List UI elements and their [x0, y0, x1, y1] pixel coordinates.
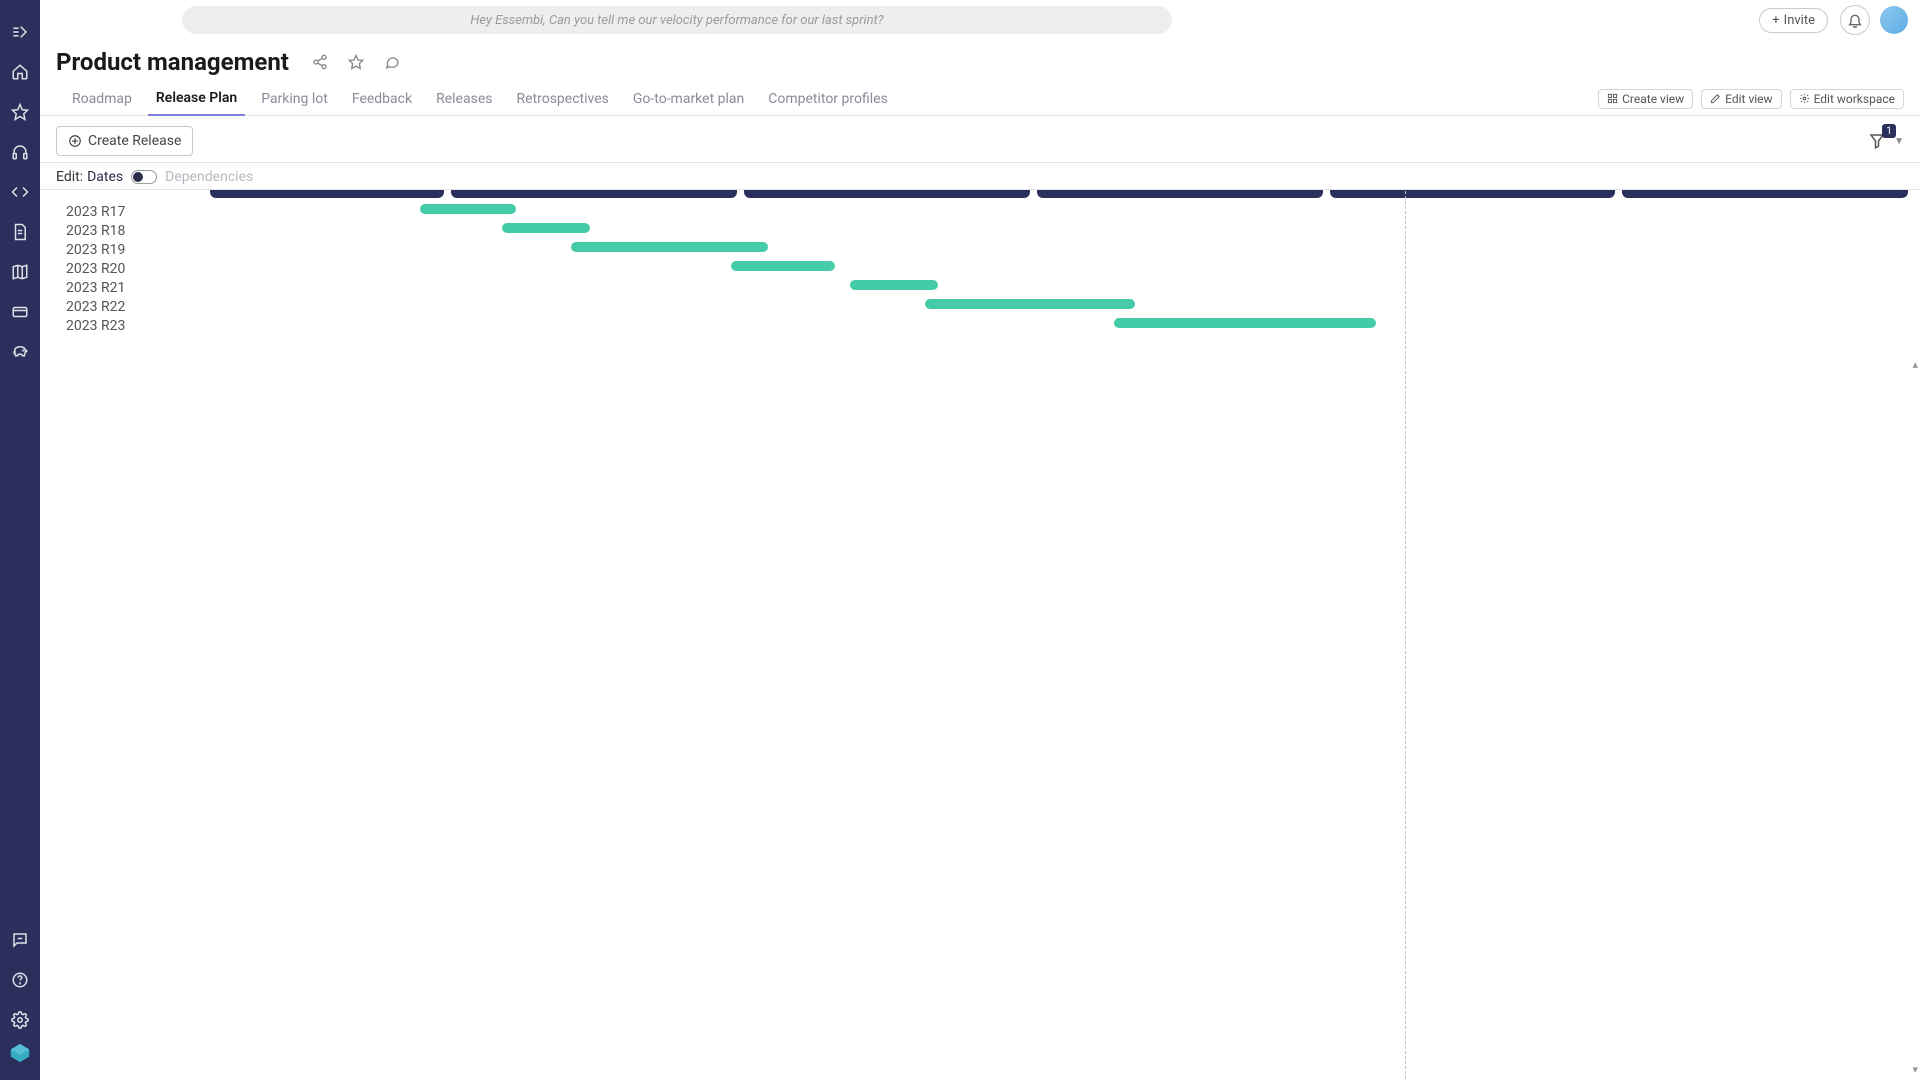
map-icon[interactable]: [6, 258, 34, 286]
month-cell: June, 2023: [744, 190, 1030, 198]
list-item[interactable]: 2023 R23: [66, 318, 250, 337]
tab-retrospectives[interactable]: Retrospectives: [508, 82, 616, 116]
content: 2023 R17 2023 R18 2023 R19 2023 R20 2023…: [40, 190, 1920, 1080]
code-icon[interactable]: [6, 178, 34, 206]
edit-label: Edit:: [56, 169, 83, 185]
month-header: April, 2023 May, 2023 June, 2023 July, 2…: [250, 190, 1908, 198]
sidebar: [0, 0, 40, 1080]
gantt: April, 2023 May, 2023 June, 2023 July, 2…: [250, 190, 1908, 204]
app-logo-icon[interactable]: [6, 1046, 34, 1074]
home-icon[interactable]: [6, 58, 34, 86]
feedback-icon[interactable]: [6, 926, 34, 954]
tab-parking-lot[interactable]: Parking lot: [253, 82, 336, 116]
month-cell: September, 2023: [1622, 190, 1908, 198]
today-line: [1405, 190, 1406, 1080]
tab-gtm-plan[interactable]: Go-to-market plan: [625, 82, 752, 116]
title-row: Product management: [40, 40, 1920, 82]
comment-icon[interactable]: [383, 53, 401, 71]
toggle-left-label: Dates: [87, 169, 123, 185]
search-input[interactable]: Hey Essembi, Can you tell me our velocit…: [182, 6, 1172, 34]
toolbar-row: Create Release 1 ▼: [40, 116, 1920, 163]
card-icon[interactable]: [6, 298, 34, 326]
notifications-button[interactable]: [1840, 5, 1870, 35]
create-view-button[interactable]: Create view: [1598, 89, 1693, 109]
gear-icon: [1799, 93, 1810, 104]
filter-badge: 1: [1882, 124, 1896, 138]
plus-circle-icon: [68, 134, 82, 148]
month-cell: July, 2023: [1037, 190, 1323, 198]
headphones-icon[interactable]: [6, 138, 34, 166]
list-item[interactable]: 2023 R20: [66, 261, 250, 280]
edit-workspace-label: Edit workspace: [1814, 92, 1895, 106]
settings-icon[interactable]: [6, 1006, 34, 1034]
gantt-bar[interactable]: [850, 280, 938, 290]
invite-label: Invite: [1784, 13, 1815, 28]
create-release-button[interactable]: Create Release: [56, 126, 193, 156]
month-cell: August, 2023: [1330, 190, 1616, 198]
plus-icon: +: [1772, 13, 1779, 28]
main: Hey Essembi, Can you tell me our velocit…: [40, 0, 1920, 1080]
tab-release-plan[interactable]: Release Plan: [148, 82, 245, 116]
edit-view-label: Edit view: [1725, 92, 1772, 106]
list-item[interactable]: 2023 R21: [66, 280, 250, 299]
gantt-bar[interactable]: [502, 223, 590, 233]
filter-button[interactable]: 1: [1866, 130, 1888, 152]
avatar[interactable]: [1880, 6, 1908, 34]
sidebar-expand-icon[interactable]: [6, 18, 34, 46]
list-item[interactable]: 2023 R22: [66, 299, 250, 318]
star-icon[interactable]: [347, 53, 365, 71]
page-title: Product management: [56, 48, 289, 76]
scroll-down-icon[interactable]: ▾: [1912, 1063, 1918, 1076]
grid-icon: [1607, 93, 1618, 104]
bell-icon: [1847, 12, 1863, 28]
scroll-up-icon[interactable]: ▴: [1912, 358, 1918, 371]
gantt-bar[interactable]: [925, 299, 1135, 309]
help-icon[interactable]: [6, 966, 34, 994]
share-icon[interactable]: [311, 53, 329, 71]
release-list: 2023 R17 2023 R18 2023 R19 2023 R20 2023…: [40, 190, 250, 337]
edit-icon: [1710, 93, 1721, 104]
gantt-bar[interactable]: [1114, 318, 1376, 328]
gantt-bar[interactable]: [571, 242, 768, 252]
piggy-bank-icon[interactable]: [6, 338, 34, 366]
edit-workspace-button[interactable]: Edit workspace: [1790, 89, 1904, 109]
edit-toggle-row: Edit: Dates Dependencies: [40, 163, 1920, 190]
month-cell: May, 2023: [451, 190, 737, 198]
tab-row: Roadmap Release Plan Parking lot Feedbac…: [40, 82, 1920, 116]
edit-view-button[interactable]: Edit view: [1701, 89, 1781, 109]
tab-roadmap[interactable]: Roadmap: [64, 82, 140, 116]
chevron-down-icon[interactable]: ▼: [1894, 136, 1904, 147]
topbar: Hey Essembi, Can you tell me our velocit…: [40, 0, 1920, 40]
gantt-bar[interactable]: [420, 204, 516, 214]
create-release-label: Create Release: [88, 133, 181, 149]
star-icon[interactable]: [6, 98, 34, 126]
month-cell: April, 2023: [210, 190, 444, 198]
tab-releases[interactable]: Releases: [428, 82, 500, 116]
list-item[interactable]: 2023 R18: [66, 223, 250, 242]
list-item[interactable]: 2023 R17: [66, 204, 250, 223]
tab-competitor[interactable]: Competitor profiles: [760, 82, 896, 116]
edit-mode-toggle[interactable]: [131, 170, 157, 184]
invite-button[interactable]: + Invite: [1759, 8, 1828, 33]
list-item[interactable]: 2023 R19: [66, 242, 250, 261]
document-icon[interactable]: [6, 218, 34, 246]
tab-feedback[interactable]: Feedback: [344, 82, 420, 116]
toggle-right-label: Dependencies: [165, 169, 253, 185]
create-view-label: Create view: [1622, 92, 1684, 106]
gantt-bar[interactable]: [731, 261, 835, 271]
